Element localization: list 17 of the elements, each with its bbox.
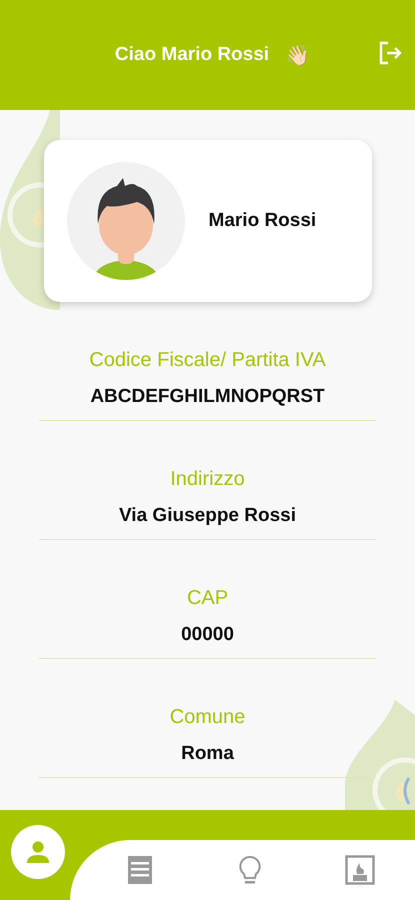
user-icon (25, 839, 51, 865)
waving-hand-emoji: 👋🏻 (285, 44, 310, 68)
field-value: ABCDEFGHILMNOPQRST (90, 386, 325, 408)
field-value: Roma (181, 743, 234, 765)
field-value: Via Giuseppe Rossi (118, 505, 296, 527)
profile-name: Mario Rossi (208, 210, 316, 232)
logout-icon (377, 40, 403, 66)
field-label: Indirizzo (170, 468, 245, 491)
field-label: Comune (170, 706, 246, 729)
lightbulb-icon (238, 855, 262, 885)
receipt-icon (126, 855, 154, 885)
field-value: 00000 (181, 624, 234, 646)
fireplace-icon (345, 855, 375, 885)
field-label: Codice Fiscale/ Partita IVA (89, 349, 326, 372)
profile-tab[interactable] (11, 825, 65, 879)
greeting-title: Ciao Mario Rossi (114, 44, 270, 66)
field-label: CAP (186, 587, 228, 610)
